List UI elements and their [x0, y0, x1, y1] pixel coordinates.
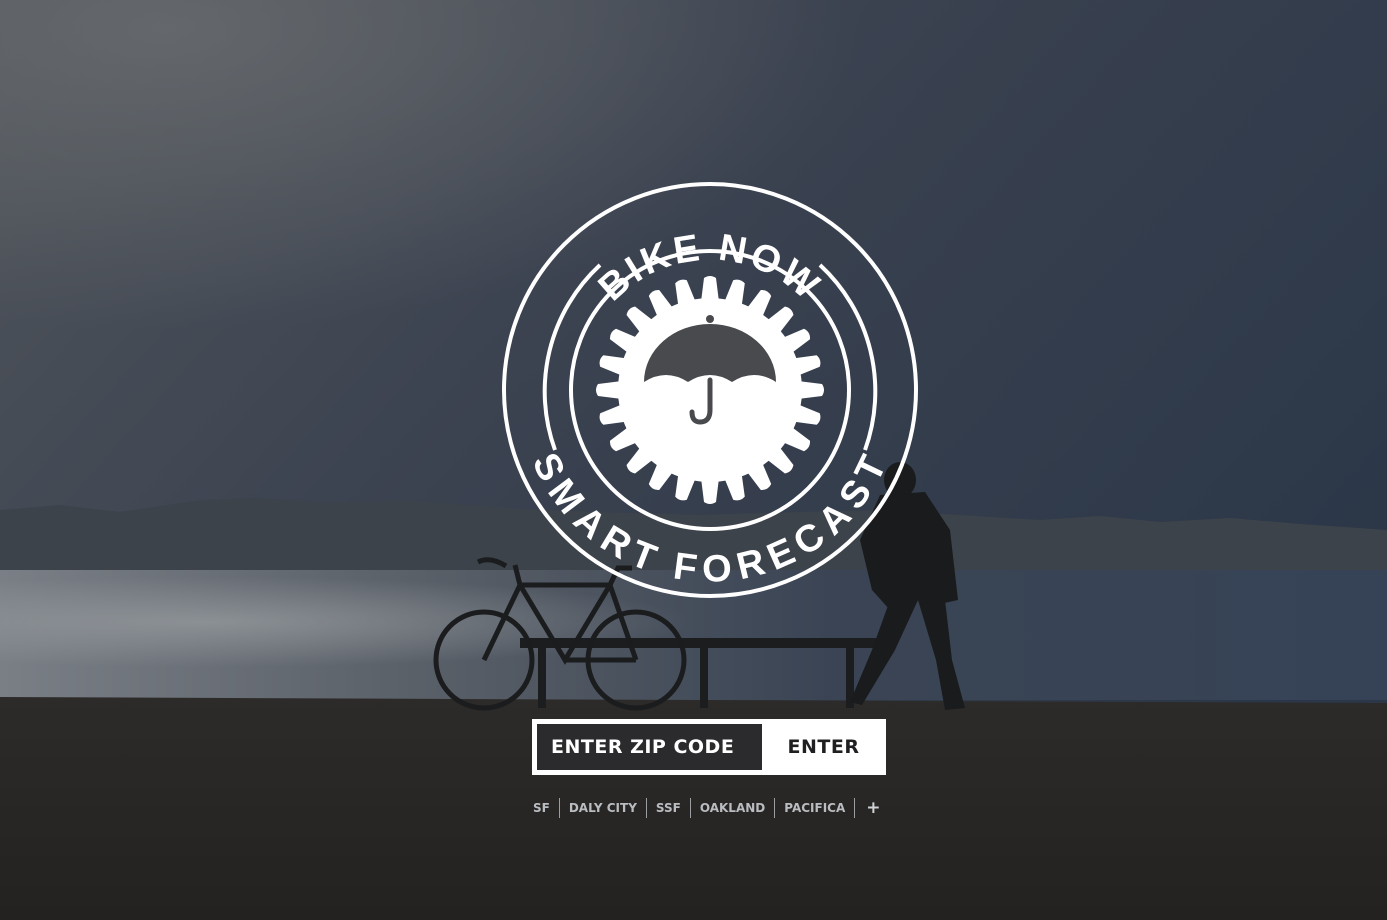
gear-umbrella-icon: [596, 276, 824, 504]
city-link-sf[interactable]: SF: [524, 798, 559, 818]
city-link-oakland[interactable]: OAKLAND: [691, 798, 774, 818]
city-links: SF DALY CITY SSF OAKLAND PACIFICA +: [524, 797, 881, 819]
bike-now-logo: BIKE NOW SMART FORECAST: [500, 180, 920, 600]
enter-button[interactable]: ENTER: [762, 724, 881, 770]
city-link-pacifica[interactable]: PACIFICA: [775, 798, 854, 818]
city-link-ssf[interactable]: SSF: [647, 798, 690, 818]
city-link-daly-city[interactable]: DALY CITY: [560, 798, 646, 818]
plus-icon[interactable]: +: [855, 798, 880, 818]
zip-code-input[interactable]: [537, 724, 762, 770]
zip-code-form: ENTER: [532, 719, 886, 775]
